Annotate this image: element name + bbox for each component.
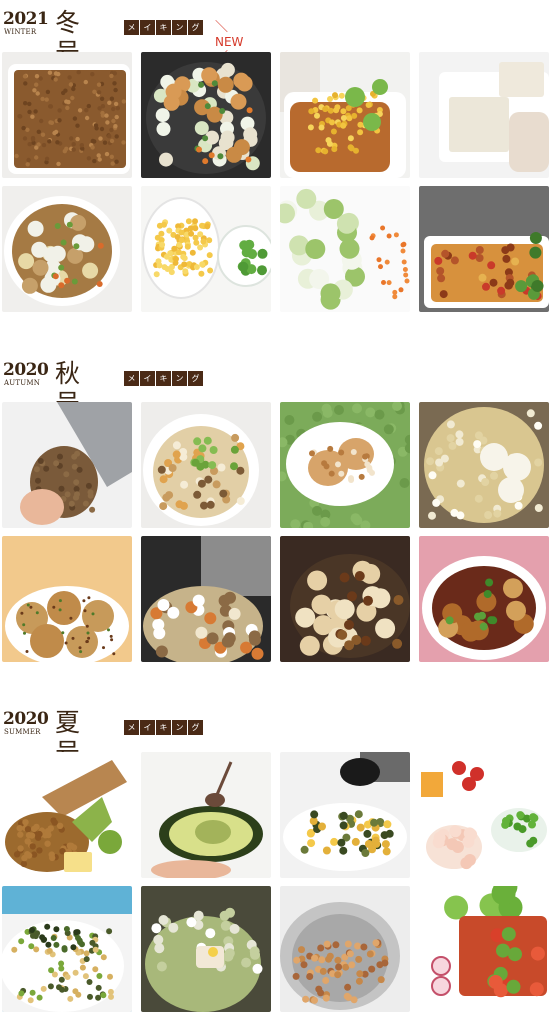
new-label: NEW <box>215 35 244 49</box>
thumbnail-peeling-taro[interactable] <box>2 402 132 528</box>
thumbnail-cut-vegetables[interactable] <box>280 186 410 312</box>
thumbnail-image <box>2 752 132 878</box>
thumbnail-image <box>280 886 410 1012</box>
thumbnail-image <box>2 536 132 662</box>
badge-char: グ <box>188 720 203 735</box>
badge-char: メ <box>124 20 139 35</box>
year-label: 2020 <box>3 360 49 380</box>
thumbnail-image <box>141 886 271 1012</box>
thumbnail-natto-avocado[interactable] <box>2 752 132 878</box>
thumbnail-image <box>419 186 549 312</box>
season-english-label: AUTUMN <box>4 379 41 387</box>
season-english-label: SUMMER <box>4 728 41 736</box>
thumbnail-image <box>419 402 549 528</box>
thumbnail-mixed-rice-bowl[interactable] <box>141 402 271 528</box>
thumbnail-grid <box>0 52 550 312</box>
badge-char: キ <box>156 20 171 35</box>
thumbnail-broth-pot[interactable] <box>141 886 271 1012</box>
badge-char: キ <box>156 371 171 386</box>
thumbnail-image <box>419 752 549 878</box>
thumbnail-avocado-spoon[interactable] <box>141 752 271 878</box>
making-badge: メ イ キ ン グ <box>124 20 203 35</box>
thumbnail-deep-frying[interactable] <box>419 402 549 528</box>
thumbnail-image <box>280 752 410 878</box>
making-badge: メ イ キ ン グ <box>124 720 203 735</box>
thumbnail-tofu-block[interactable] <box>419 52 549 178</box>
thumbnail-image <box>141 752 271 878</box>
season-english-label: WINTER <box>4 28 37 36</box>
thumbnail-image <box>280 402 410 528</box>
year-label: 2020 <box>3 709 49 729</box>
badge-char: メ <box>124 371 139 386</box>
badge-char: キ <box>156 720 171 735</box>
thumbnail-jelly-okra[interactable] <box>419 886 549 1012</box>
thumbnail-image <box>280 52 410 178</box>
thumbnail-image <box>141 536 271 662</box>
thumbnail-image <box>2 402 132 528</box>
thumbnail-image <box>280 536 410 662</box>
thumbnail-image <box>141 402 271 528</box>
badge-char: イ <box>140 20 155 35</box>
thumbnail-image <box>2 52 132 178</box>
thumbnail-grid <box>0 752 550 1012</box>
badge-char: グ <box>188 371 203 386</box>
thumbnail-colander-bonito[interactable] <box>280 886 410 1012</box>
badge-char: ン <box>172 720 187 735</box>
thumbnail-image <box>141 186 271 312</box>
thumbnail-rice-cooker[interactable] <box>141 536 271 662</box>
thumbnail-glazed-dish[interactable] <box>419 536 549 662</box>
thumbnail-image <box>419 886 549 1012</box>
badge-char: グ <box>188 20 203 35</box>
year-label: 2021 <box>3 9 49 29</box>
making-badge: メ イ キ ン グ <box>124 371 203 386</box>
thumbnail-tofu-bowl[interactable] <box>2 186 132 312</box>
badge-char: メ <box>124 720 139 735</box>
thumbnail-image <box>2 186 132 312</box>
thumbnail-salad-plate[interactable] <box>280 752 410 878</box>
thumbnail-taro-balls[interactable] <box>2 536 132 662</box>
thumbnail-ground-meat-tray[interactable] <box>2 52 132 178</box>
thumbnail-simmered-taro[interactable] <box>280 536 410 662</box>
thumbnail-image <box>2 886 132 1012</box>
thumbnail-tofu-pouch-egg[interactable] <box>280 52 410 178</box>
thumbnail-image <box>419 536 549 662</box>
thumbnail-stirfry-pan[interactable] <box>141 52 271 178</box>
badge-char: ン <box>172 371 187 386</box>
thumbnail-pasta-plate[interactable] <box>2 886 132 1012</box>
badge-char: イ <box>140 371 155 386</box>
thumbnail-image <box>280 186 410 312</box>
thumbnail-baked-dish[interactable] <box>419 186 549 312</box>
badge-char: ン <box>172 20 187 35</box>
thumbnail-pan-fried-cakes[interactable] <box>280 402 410 528</box>
thumbnail-image <box>141 52 271 178</box>
thumbnail-ingredients-bowls[interactable] <box>419 752 549 878</box>
thumbnail-image <box>419 52 549 178</box>
badge-char: イ <box>140 720 155 735</box>
thumbnail-egg-and-beans[interactable] <box>141 186 271 312</box>
thumbnail-grid <box>0 402 550 662</box>
